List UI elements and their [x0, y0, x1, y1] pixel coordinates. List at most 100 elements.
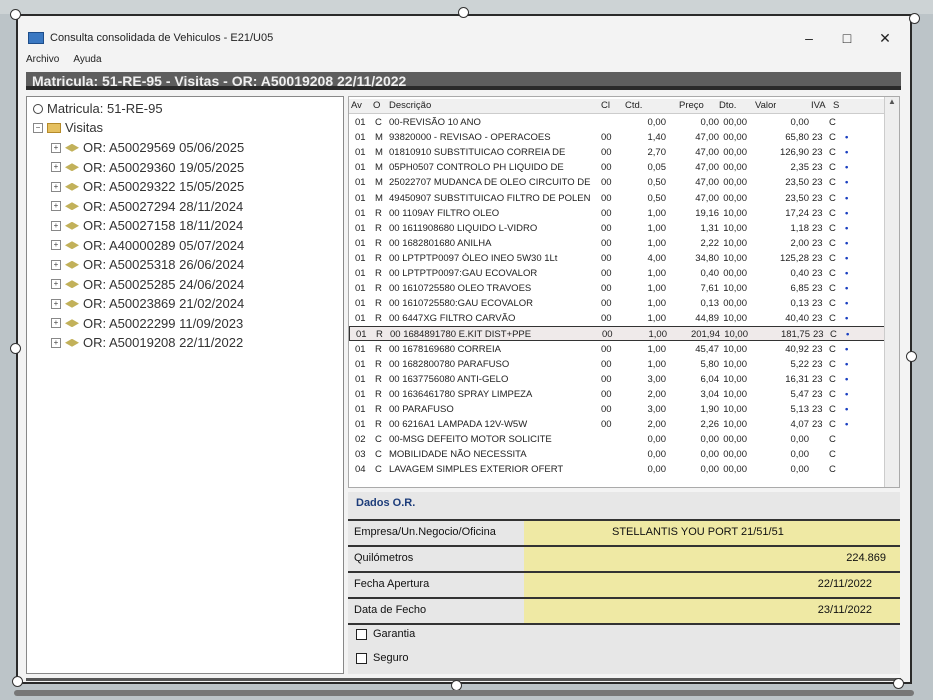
grid-header-cell[interactable]: Ctd. — [625, 100, 642, 111]
table-row[interactable]: 01 R 00 6447XG FILTRO CARVÃO 00 1,00 44,89 10,… — [349, 311, 885, 326]
col-iva: 23 — [812, 298, 823, 310]
col-preco: 7,61 — [700, 283, 720, 295]
grid-header-cell[interactable]: Cl — [601, 100, 610, 111]
tree-visit-item[interactable]: + OR: A50025318 26/06/2024 — [51, 255, 244, 275]
col-o: R — [375, 268, 382, 279]
table-row-selected[interactable]: 01 R 00 1684891780 E.KIT DIST+PPE 00 1,00 201… — [349, 326, 885, 342]
col-s: C — [829, 373, 836, 385]
scroll-up-icon[interactable]: ▲ — [885, 97, 899, 106]
bottom-scrollbar[interactable] — [14, 690, 914, 696]
empresa-label: Empresa/Un.Negocio/Oficina — [354, 526, 496, 538]
col-preco: 1,90 — [700, 403, 720, 415]
table-row[interactable]: 01 R 00 1636461780 SPRAY LIMPEZA 00 2,00 3,04… — [349, 387, 885, 402]
resize-handle-top[interactable] — [458, 7, 469, 18]
expand-icon[interactable]: + — [51, 279, 61, 290]
table-row[interactable]: 01 M 25022707 MUDANCA DE OLEO CIRCUITO DE 0… — [349, 175, 885, 190]
table-row[interactable]: 01 R 00 1637756080 ANTI-GELO 00 3,00 6,04 10,0… — [349, 372, 885, 387]
tree-visit-item[interactable]: + OR: A50025285 24/06/2024 — [51, 275, 244, 295]
minimize-button[interactable]: – — [790, 30, 828, 47]
tree-root-node[interactable]: Matricula: 51-RE-95 — [31, 101, 163, 116]
resize-handle-top-right[interactable] — [909, 13, 920, 24]
collapse-icon[interactable]: − — [33, 122, 43, 133]
menu-ayuda[interactable]: Ayuda — [73, 54, 101, 68]
resize-handle-bottom-left[interactable] — [12, 676, 23, 687]
col-dto: 00,00 — [723, 132, 747, 144]
grid-header-cell[interactable]: O — [373, 100, 380, 111]
table-row[interactable]: 01 R 00 1611908680 LIQUIDO L-VIDRO 00 1,00 1,… — [349, 221, 885, 236]
expand-icon[interactable]: + — [51, 337, 61, 348]
tree-visit-item[interactable]: + OR: A50029569 05/06/2025 — [51, 138, 244, 158]
tree-visit-item[interactable]: + OR: A40000289 05/07/2024 — [51, 236, 244, 256]
table-row[interactable]: 02 C 00-MSG DEFEITO MOTOR SOLICITE 0,00 0,00… — [349, 432, 885, 447]
expand-icon[interactable]: + — [51, 201, 61, 212]
expand-icon[interactable]: + — [51, 142, 61, 153]
table-row[interactable]: 01 M 49450907 SUBSTITUICAO FILTRO DE POLEN… — [349, 191, 885, 206]
expand-icon[interactable]: + — [51, 259, 61, 270]
expand-icon[interactable]: + — [51, 298, 61, 309]
menu-archivo[interactable]: Archivo — [26, 54, 59, 68]
tree-visit-item[interactable]: + OR: A50027294 28/11/2024 — [51, 197, 244, 217]
seguro-checkbox[interactable]: Seguro — [356, 652, 408, 664]
grid-header-cell[interactable]: Valor — [755, 100, 776, 111]
table-row[interactable]: 01 M 93820000 - REVISAO - OPERACOES 00 1,40 4… — [349, 130, 885, 145]
col-dto: 10,00 — [723, 358, 747, 370]
table-row[interactable]: 01 R 00 LPTPTP0097 ÓLEO INEO 5W30 1Lt 00 4,0… — [349, 251, 885, 266]
col-flag: • — [845, 283, 849, 295]
tree-visit-item[interactable]: + OR: A50023869 21/02/2024 — [51, 294, 244, 314]
grid-header-cell[interactable]: Dto. — [719, 100, 736, 111]
tree-visit-item[interactable]: + OR: A50027158 18/11/2024 — [51, 216, 244, 236]
col-av: 01 — [355, 268, 366, 279]
tree-visit-item[interactable]: + OR: A50029360 19/05/2025 — [51, 158, 244, 178]
expand-icon[interactable]: + — [51, 162, 61, 173]
table-row[interactable]: 01 R 00 1682801680 ANILHA 00 1,00 2,22 10,00 2,… — [349, 236, 885, 251]
table-row[interactable]: 03 C MOBILIDADE NÃO NECESSITA 0,00 0,00 00,00… — [349, 447, 885, 462]
grid-header-cell[interactable]: IVA — [811, 100, 826, 111]
expand-icon[interactable]: + — [51, 220, 61, 231]
tree-visit-item[interactable]: + OR: A50029322 15/05/2025 — [51, 177, 244, 197]
expand-icon[interactable]: + — [51, 318, 61, 329]
col-o: M — [375, 177, 383, 189]
grid-header-cell[interactable]: S — [833, 100, 839, 111]
table-row[interactable]: 01 R 00 1610725580 OLEO TRAVOES 00 1,00 7,61 1… — [349, 281, 885, 296]
col-flag: • — [845, 237, 849, 249]
resize-handle-top-left[interactable] — [10, 9, 21, 20]
table-row[interactable]: 01 R 00 6216A1 LAMPADA 12V-W5W 00 2,00 2,26 10… — [349, 417, 885, 432]
col-ctd: 2,70 — [647, 147, 667, 159]
table-row[interactable]: 01 C 00-REVISÃO 10 ANO 0,00 0,00 00,00 0,00 C — [349, 115, 885, 130]
table-row[interactable]: 01 R 00 1678169680 CORREIA 00 1,00 45,47 10,00… — [349, 342, 885, 357]
col-o: R — [375, 419, 382, 430]
seguro-checkbox-box[interactable] — [356, 652, 367, 664]
tree-visit-item[interactable]: + OR: A50019208 22/11/2022 — [51, 333, 244, 353]
grid-header-cell[interactable]: Preço — [679, 100, 704, 111]
tree-visit-item[interactable]: + OR: A50022299 11/09/2023 — [51, 314, 244, 334]
table-row[interactable]: 01 R 00 1109AY FILTRO OLEO 00 1,00 19,16 10,00… — [349, 206, 885, 221]
col-preco: 0,00 — [700, 449, 720, 461]
table-row[interactable]: 01 M 01810910 SUBSTITUICAO CORREIA DE 00 2,7… — [349, 145, 885, 160]
grid-header-cell[interactable]: Av — [351, 100, 362, 111]
col-ctd: 0,05 — [647, 162, 667, 174]
table-row[interactable]: 01 R 00 LPTPTP0097:GAU ECOVALOR 00 1,00 0,40 0… — [349, 266, 885, 281]
tree-visitas-node[interactable]: − Visitas — [33, 120, 103, 135]
main-window: Consulta consolidada de Vehiculos - E21/… — [16, 14, 912, 684]
col-descricao: 93820000 - REVISAO - OPERACOES — [389, 132, 551, 144]
table-row[interactable]: 01 R 00 PARAFUSO 00 3,00 1,90 10,00 5,13 23 C • — [349, 402, 885, 417]
table-row[interactable]: 01 R 00 1610725580:GAU ECOVALOR 00 1,00 0,13 0… — [349, 296, 885, 311]
resize-handle-right[interactable] — [906, 351, 917, 362]
expand-icon[interactable]: + — [51, 181, 61, 192]
col-av: 01 — [355, 192, 366, 204]
table-row[interactable]: 01 R 00 1682800780 PARAFUSO 00 1,00 5,80 10,00… — [349, 357, 885, 372]
table-row[interactable]: 01 M 05PH0507 CONTROLO PH LIQUIDO DE 00 0,05… — [349, 160, 885, 175]
col-ctd: 3,00 — [647, 403, 667, 415]
col-dto: 00,00 — [723, 449, 747, 461]
close-button[interactable]: ✕ — [866, 30, 904, 47]
col-o: R — [375, 252, 382, 264]
resize-handle-left[interactable] — [10, 343, 21, 354]
grid-header-cell[interactable]: Descrição — [389, 100, 431, 111]
resize-handle-bottom-right[interactable] — [893, 678, 904, 689]
garantia-checkbox-box[interactable] — [356, 628, 367, 640]
grid-vertical-scrollbar[interactable]: ▲ — [884, 97, 899, 487]
garantia-checkbox[interactable]: Garantia — [356, 628, 415, 640]
maximize-button[interactable]: □ — [828, 30, 866, 47]
expand-icon[interactable]: + — [51, 240, 61, 251]
table-row[interactable]: 04 C LAVAGEM SIMPLES EXTERIOR OFERT 0,00 0,0… — [349, 462, 885, 477]
